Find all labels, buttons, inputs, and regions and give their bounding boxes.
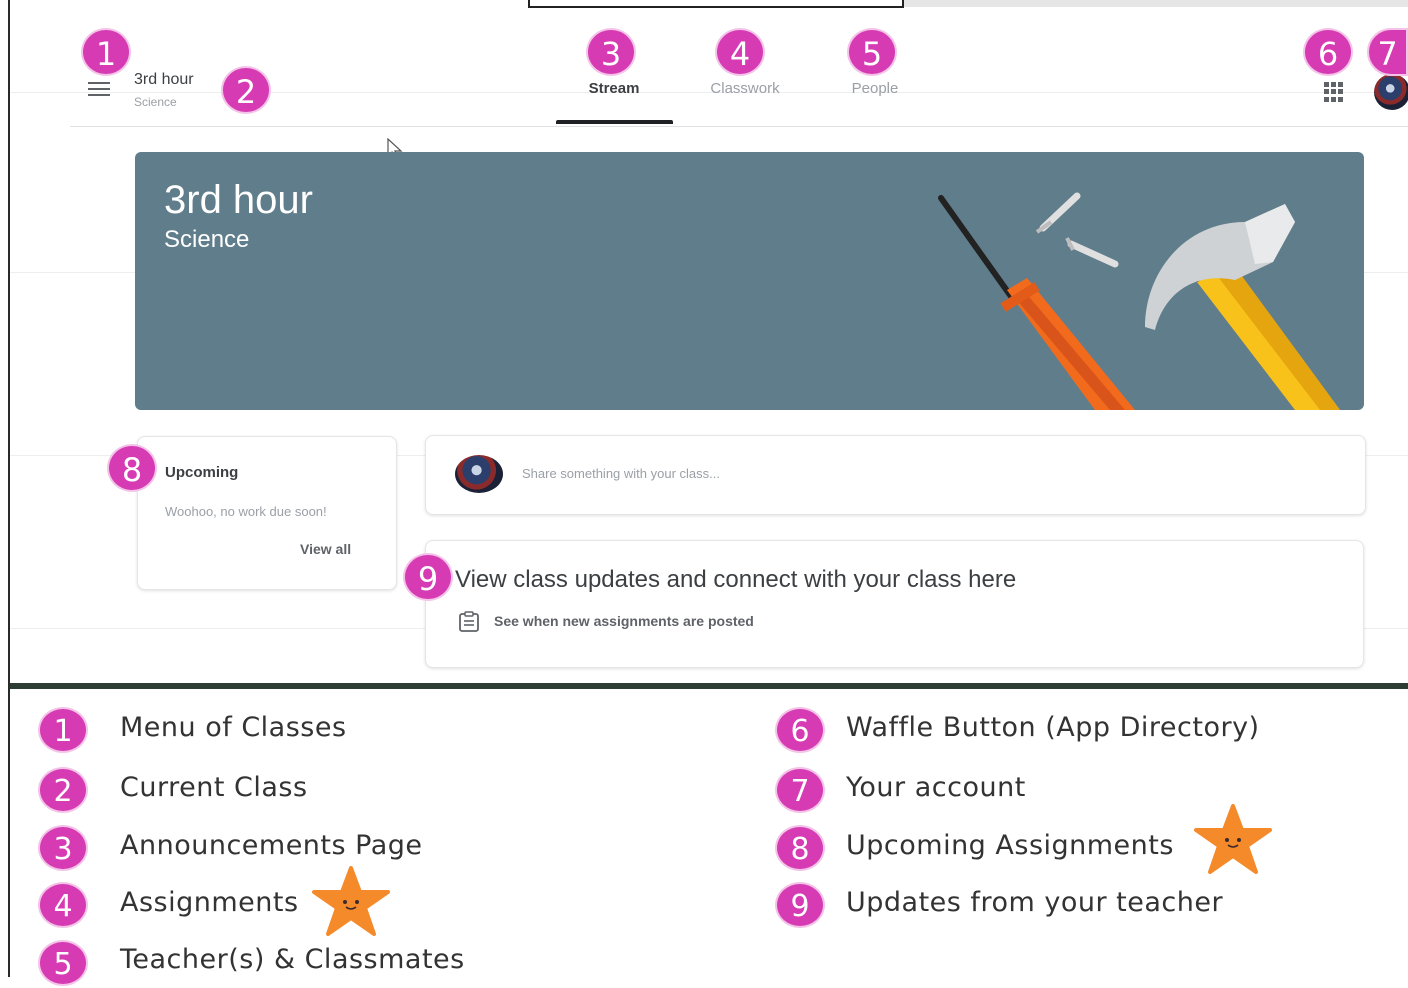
legend-badge-4: 4 <box>38 882 88 928</box>
upcoming-title: Upcoming <box>165 464 239 481</box>
waffle-icon[interactable] <box>1324 82 1344 102</box>
header-divider <box>70 126 1408 127</box>
annotation-badge-9: 9 <box>403 553 453 601</box>
star-icon <box>312 866 390 936</box>
updates-subtitle: See when new assignments are posted <box>494 613 754 629</box>
tab-people[interactable]: People <box>815 80 935 97</box>
top-grey-strip <box>904 0 1408 7</box>
upcoming-message: Woohoo, no work due soon! <box>165 504 327 519</box>
updates-card <box>425 540 1364 668</box>
legend-badge-8: 8 <box>775 825 825 871</box>
view-all-link[interactable]: View all <box>300 541 351 557</box>
legend-badge-6: 6 <box>775 707 825 753</box>
annotation-badge-4: 4 <box>715 28 765 76</box>
annotation-badge-5: 5 <box>847 28 897 76</box>
annotation-badge-6: 6 <box>1303 28 1353 76</box>
banner-title: 3rd hour <box>164 178 313 222</box>
legend-badge-3: 3 <box>38 825 88 871</box>
legend-badge-2: 2 <box>38 767 88 813</box>
share-input[interactable]: Share something with your class... <box>522 466 720 481</box>
class-title[interactable]: 3rd hour <box>134 71 194 89</box>
legend-text-1: Menu of Classes <box>120 712 347 743</box>
account-avatar-icon[interactable] <box>1374 74 1408 110</box>
legend-badge-1: 1 <box>38 707 88 753</box>
legend-separator <box>10 683 1408 689</box>
annotation-badge-1: 1 <box>81 28 131 76</box>
tools-illustration <box>938 192 1340 410</box>
user-avatar-icon <box>455 455 503 493</box>
legend-text-5: Teacher(s) & Classmates <box>120 944 465 975</box>
left-border <box>8 0 10 977</box>
tab-stream[interactable]: Stream <box>554 80 674 97</box>
legend-badge-5: 5 <box>38 940 88 986</box>
legend-text-9: Updates from your teacher <box>846 887 1224 918</box>
legend-badge-7: 7 <box>775 767 825 813</box>
annotation-badge-8: 8 <box>107 444 157 492</box>
legend-text-7: Your account <box>846 772 1026 803</box>
top-box-decoration <box>528 0 904 8</box>
annotation-badge-7: 7 <box>1367 28 1408 76</box>
annotation-badge-3: 3 <box>586 28 636 76</box>
tab-classwork[interactable]: Classwork <box>685 80 805 97</box>
legend-text-3: Announcements Page <box>120 830 423 861</box>
legend-text-4: Assignments <box>120 887 299 918</box>
legend-text-2: Current Class <box>120 772 308 803</box>
class-subtitle: Science <box>134 95 177 109</box>
banner-subtitle: Science <box>164 226 250 253</box>
legend-text-6: Waffle Button (App Directory) <box>846 712 1260 743</box>
annotation-badge-2: 2 <box>221 66 271 114</box>
star-icon <box>1194 804 1272 874</box>
assignment-icon <box>459 611 479 632</box>
updates-title: View class updates and connect with your… <box>455 566 1017 593</box>
class-banner <box>135 152 1364 410</box>
menu-icon[interactable] <box>88 82 110 98</box>
active-tab-indicator <box>556 120 673 124</box>
legend-badge-9: 9 <box>775 882 825 928</box>
legend-text-8: Upcoming Assignments <box>846 830 1174 861</box>
